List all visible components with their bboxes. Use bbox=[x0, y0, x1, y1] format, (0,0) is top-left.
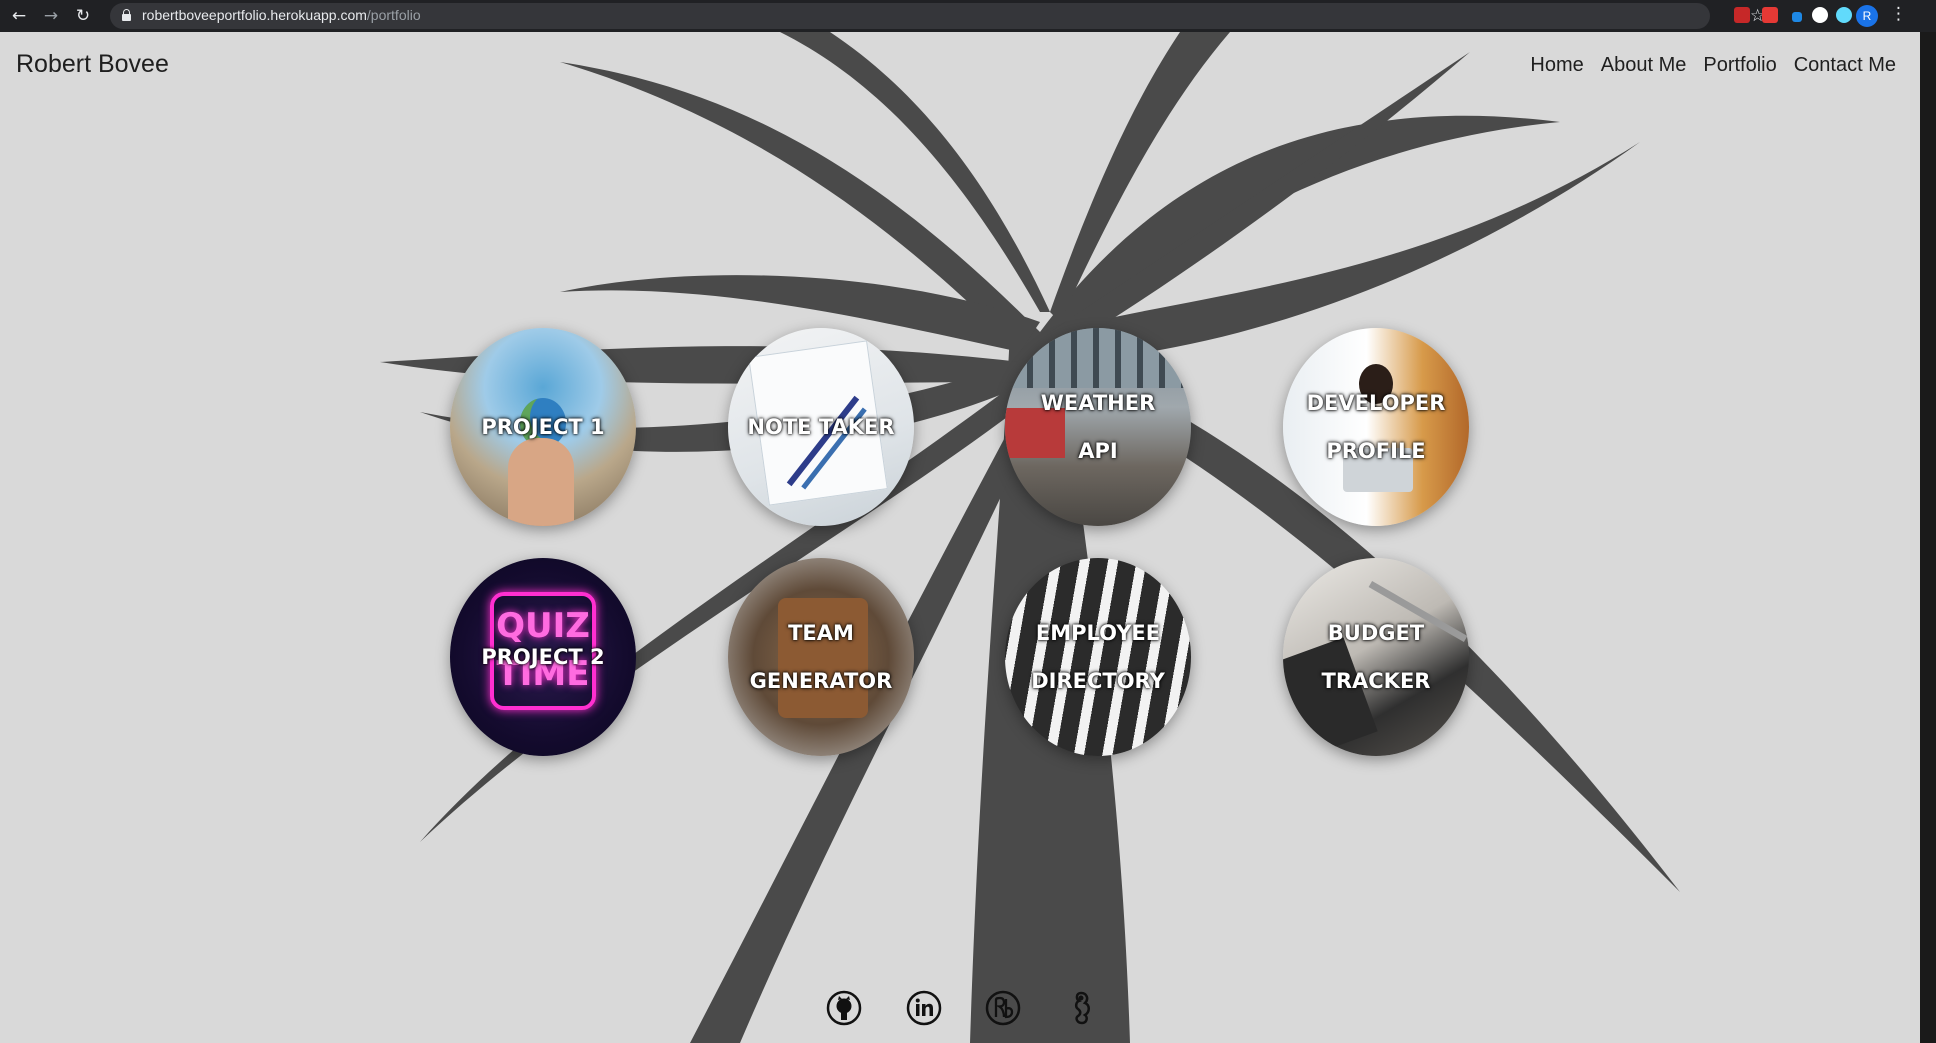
browser-toolbar: ← → ↻ robertboveeportfolio.herokuapp.com… bbox=[0, 0, 1936, 32]
url-text: robertboveeportfolio.herokuapp.com/portf… bbox=[142, 7, 421, 23]
project-title: PROJECT 1 bbox=[481, 415, 605, 439]
back-icon[interactable]: ← bbox=[8, 5, 30, 27]
project-card-1[interactable]: PROJECT 1 bbox=[450, 328, 636, 526]
project-card-note-taker[interactable]: NOTE TAKER bbox=[728, 328, 914, 526]
stackoverflow-icon[interactable] bbox=[1064, 990, 1100, 1026]
project-title: WEATHER API bbox=[1040, 391, 1156, 463]
project-card-2[interactable]: QUIZ TIME PROJECT 2 bbox=[450, 558, 636, 756]
profile-avatar[interactable]: R bbox=[1856, 5, 1878, 27]
palm-tree-background bbox=[380, 32, 1680, 1043]
project-card-developer-profile[interactable]: DEVELOPER PROFILE bbox=[1283, 328, 1469, 526]
github-icon[interactable] bbox=[826, 990, 862, 1026]
lock-icon bbox=[122, 9, 131, 21]
portfolio-page: Robert Bovee Home About Me Portfolio Con… bbox=[0, 32, 1920, 1043]
reload-icon[interactable]: ↻ bbox=[72, 5, 94, 27]
hand-image bbox=[508, 438, 574, 526]
extension-icon[interactable] bbox=[1812, 7, 1828, 23]
site-brand[interactable]: Robert Bovee bbox=[16, 50, 169, 79]
react-devtools-icon[interactable] bbox=[1836, 7, 1852, 23]
extension-icon[interactable] bbox=[1734, 7, 1750, 23]
project-title: BUDGET TRACKER bbox=[1321, 621, 1431, 693]
project-card-budget-tracker[interactable]: BUDGET TRACKER bbox=[1283, 558, 1469, 756]
project-card-team-generator[interactable]: TEAM GENERATOR bbox=[728, 558, 914, 756]
main-nav: Home About Me Portfolio Contact Me bbox=[1530, 54, 1896, 77]
resume-icon[interactable] bbox=[985, 990, 1021, 1026]
nav-home[interactable]: Home bbox=[1530, 54, 1583, 77]
browser-menu-icon[interactable]: ⋮ bbox=[1890, 4, 1907, 24]
extension-icon[interactable] bbox=[1762, 7, 1778, 23]
address-bar[interactable]: robertboveeportfolio.herokuapp.com/portf… bbox=[110, 3, 1765, 29]
extension-icon[interactable] bbox=[1792, 12, 1802, 22]
project-card-weather-api[interactable]: WEATHER API bbox=[1005, 328, 1191, 526]
nav-portfolio[interactable]: Portfolio bbox=[1703, 54, 1776, 77]
forward-icon[interactable]: → bbox=[40, 5, 62, 27]
nav-about-me[interactable]: About Me bbox=[1601, 54, 1687, 77]
window-edge bbox=[1920, 32, 1936, 1043]
project-card-employee-directory[interactable]: EMPLOYEE DIRECTORY bbox=[1005, 558, 1191, 756]
project-title: EMPLOYEE DIRECTORY bbox=[1031, 621, 1165, 693]
project-title: PROJECT 2 bbox=[481, 645, 605, 669]
project-title: DEVELOPER PROFILE bbox=[1306, 391, 1446, 463]
project-title: NOTE TAKER bbox=[747, 415, 895, 439]
project-title: TEAM GENERATOR bbox=[749, 621, 893, 693]
linkedin-icon[interactable] bbox=[906, 990, 942, 1026]
nav-contact-me[interactable]: Contact Me bbox=[1794, 54, 1896, 77]
